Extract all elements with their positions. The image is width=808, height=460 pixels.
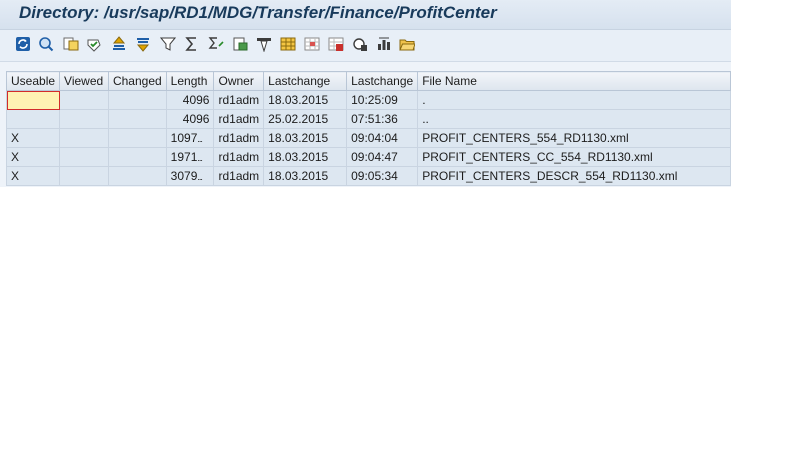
lastchange-time-cell[interactable]: 09:04:04 xyxy=(346,128,419,148)
subtotal-icon xyxy=(208,37,224,49)
find-button[interactable] xyxy=(38,36,54,52)
lastchange-date-cell[interactable]: 18.03.2015 xyxy=(263,166,348,186)
useable-cell[interactable] xyxy=(5,90,61,110)
check-button[interactable] xyxy=(86,36,102,52)
viewed-cell[interactable] xyxy=(59,128,109,148)
refresh-icon xyxy=(16,37,30,51)
refresh-button[interactable] xyxy=(15,36,31,52)
owner-cell[interactable]: rd1adm xyxy=(213,166,265,186)
viewed-cell[interactable] xyxy=(59,147,109,167)
sort-ascending-icon xyxy=(112,36,126,50)
table-row[interactable]: X 1971 rd1adm 18.03.2015 09:04:47 PROFIT… xyxy=(5,147,731,167)
length-cell[interactable]: 1097 xyxy=(165,128,215,148)
changed-cell[interactable] xyxy=(107,166,167,186)
export-button[interactable] xyxy=(256,36,272,52)
sum-icon xyxy=(185,37,196,51)
file-name-cell[interactable]: PROFIT_CENTERS_DESCR_554_RD1130.xml xyxy=(417,166,731,186)
filter-button[interactable] xyxy=(160,36,176,52)
save-layout-icon xyxy=(328,37,344,51)
length-value: 1097 xyxy=(171,131,202,145)
column-header-length[interactable]: Length xyxy=(165,71,215,91)
table-row[interactable]: 4096 rd1adm 25.02.2015 07:51:36 .. xyxy=(5,109,731,129)
abc-analysis-button[interactable] xyxy=(352,36,368,52)
details-button[interactable] xyxy=(63,36,79,52)
title-bar: Directory: /usr/sap/RD1/MDG/Transfer/Fin… xyxy=(0,0,731,30)
find-icon xyxy=(39,37,54,52)
column-header-lastchange-time[interactable]: Lastchange xyxy=(346,71,419,91)
length-cell[interactable]: 1971 xyxy=(165,147,215,167)
file-name-cell[interactable]: . xyxy=(417,90,731,110)
choose-layout-icon xyxy=(280,37,296,51)
changed-cell[interactable] xyxy=(107,90,167,110)
graphic-icon xyxy=(378,37,390,50)
file-list-grid: Useable Viewed Changed Length Owner Last… xyxy=(5,71,731,186)
length-cell[interactable]: 4096 xyxy=(165,109,215,129)
changed-cell[interactable] xyxy=(107,128,167,148)
useable-cell[interactable]: X xyxy=(5,128,61,148)
change-layout-button[interactable] xyxy=(304,36,320,52)
folder-open-icon xyxy=(399,39,415,51)
sort-ascending-button[interactable] xyxy=(111,36,127,52)
total-button[interactable] xyxy=(184,36,200,52)
file-name-cell[interactable]: PROFIT_CENTERS_554_RD1130.xml xyxy=(417,128,731,148)
viewed-cell[interactable] xyxy=(59,166,109,186)
window-panel: Directory: /usr/sap/RD1/MDG/Transfer/Fin… xyxy=(0,0,731,187)
table-row[interactable]: X 1097 rd1adm 18.03.2015 09:04:04 PROFIT… xyxy=(5,128,731,148)
useable-cell[interactable]: X xyxy=(5,147,61,167)
file-name-cell[interactable]: .. xyxy=(417,109,731,129)
graphic-button[interactable] xyxy=(376,36,392,52)
useable-cell[interactable] xyxy=(5,109,61,129)
page-title: Directory: /usr/sap/RD1/MDG/Transfer/Fin… xyxy=(19,3,497,22)
owner-cell[interactable]: rd1adm xyxy=(213,90,265,110)
lastchange-date-cell[interactable]: 25.02.2015 xyxy=(263,109,348,129)
owner-cell[interactable]: rd1adm xyxy=(213,147,265,167)
save-layout-button[interactable] xyxy=(328,36,344,52)
print-preview-icon xyxy=(233,37,248,51)
column-header-file-name[interactable]: File Name xyxy=(417,71,731,91)
useable-cell[interactable]: X xyxy=(5,166,61,186)
check-icon xyxy=(87,39,101,52)
length-value: 3079 xyxy=(171,169,202,183)
changed-cell[interactable] xyxy=(107,147,167,167)
export-icon xyxy=(257,38,271,52)
lastchange-date-cell[interactable]: 18.03.2015 xyxy=(263,147,348,167)
table-header-row: Useable Viewed Changed Length Owner Last… xyxy=(5,71,731,91)
length-cell[interactable]: 4096 xyxy=(165,90,215,110)
change-layout-icon xyxy=(304,37,320,51)
changed-cell[interactable] xyxy=(107,109,167,129)
owner-cell[interactable]: rd1adm xyxy=(213,128,265,148)
length-cell[interactable]: 3079 xyxy=(165,166,215,186)
column-header-changed[interactable]: Changed xyxy=(107,71,167,91)
sort-descending-button[interactable] xyxy=(135,36,151,52)
lastchange-time-cell[interactable]: 07:51:36 xyxy=(346,109,419,129)
length-value: 1971 xyxy=(171,150,202,164)
lastchange-time-cell[interactable]: 10:25:09 xyxy=(346,90,419,110)
sort-descending-icon xyxy=(136,38,150,52)
print-preview-button[interactable] xyxy=(232,36,248,52)
choose-layout-button[interactable] xyxy=(280,36,296,52)
viewed-cell[interactable] xyxy=(59,90,109,110)
lastchange-date-cell[interactable]: 18.03.2015 xyxy=(263,128,348,148)
file-table: Useable Viewed Changed Length Owner Last… xyxy=(5,71,731,186)
open-folder-button[interactable] xyxy=(399,36,415,52)
column-header-viewed[interactable]: Viewed xyxy=(59,71,109,91)
filter-icon xyxy=(160,37,176,51)
column-header-owner[interactable]: Owner xyxy=(213,71,265,91)
owner-cell[interactable]: rd1adm xyxy=(213,109,265,129)
viewed-cell[interactable] xyxy=(59,109,109,129)
subtotal-button[interactable] xyxy=(208,36,224,52)
details-icon xyxy=(63,37,79,51)
lastchange-time-cell[interactable]: 09:05:34 xyxy=(346,166,419,186)
table-row[interactable]: X 3079 rd1adm 18.03.2015 09:05:34 PROFIT… xyxy=(5,166,731,186)
table-row[interactable]: 4096 rd1adm 18.03.2015 10:25:09 . xyxy=(5,90,731,110)
lastchange-time-cell[interactable]: 09:04:47 xyxy=(346,147,419,167)
column-header-lastchange-date[interactable]: Lastchange xyxy=(263,71,348,91)
lastchange-date-cell[interactable]: 18.03.2015 xyxy=(263,90,348,110)
column-header-useable[interactable]: Useable xyxy=(5,71,61,91)
file-name-cell[interactable]: PROFIT_CENTERS_CC_554_RD1130.xml xyxy=(417,147,731,167)
abc-analysis-icon xyxy=(353,38,367,51)
